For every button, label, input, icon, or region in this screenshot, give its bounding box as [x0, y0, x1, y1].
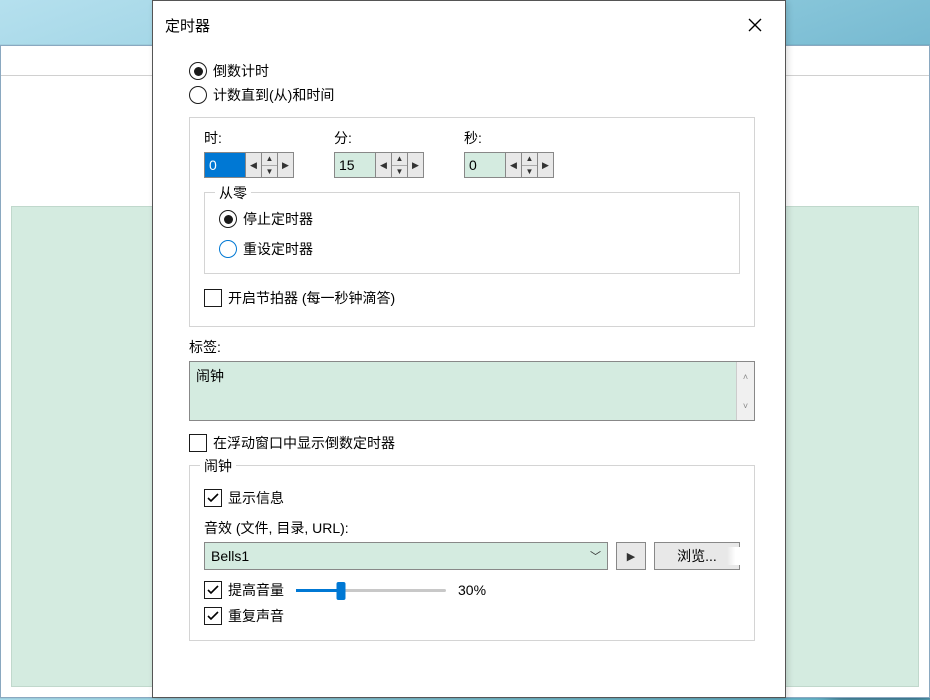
- label-scrollbar[interactable]: ˄ ˅: [736, 362, 754, 420]
- slider-fill: [296, 589, 341, 592]
- min-spinner[interactable]: ◀ ▲ ▼ ▶: [334, 152, 424, 178]
- scroll-up-icon[interactable]: ˄: [737, 362, 754, 391]
- metronome-label: 开启节拍器 (每一秒钟滴答): [228, 288, 395, 308]
- volume-slider[interactable]: [296, 580, 446, 600]
- checkbox-repeat-sound[interactable]: [204, 607, 222, 625]
- mode-countto-row[interactable]: 计数直到(从)和时间: [189, 85, 755, 105]
- time-fieldset: 时: ◀ ▲ ▼ ▶ 分: ◀: [189, 117, 755, 327]
- close-button[interactable]: [733, 3, 777, 47]
- checkbox-show-float[interactable]: [189, 434, 207, 452]
- radio-stop-timer[interactable]: [219, 210, 237, 228]
- sec-input[interactable]: [465, 153, 505, 177]
- min-label: 分:: [334, 128, 424, 148]
- radio-countto[interactable]: [189, 86, 207, 104]
- alarm-legend: 闹钟: [200, 456, 236, 476]
- from-zero-stop-row[interactable]: 停止定时器: [219, 209, 725, 229]
- mode-countdown-label: 倒数计时: [213, 61, 269, 81]
- mode-countto-label: 计数直到(从)和时间: [213, 85, 334, 105]
- chevron-down-icon: ﹀: [590, 548, 601, 564]
- sec-down-button[interactable]: ▼: [522, 166, 537, 178]
- metronome-row[interactable]: 开启节拍器 (每一秒钟滴答): [204, 288, 740, 308]
- play-icon: ▶: [627, 550, 635, 563]
- dialog-title: 定时器: [165, 15, 733, 36]
- min-dec-button[interactable]: ◀: [375, 153, 391, 177]
- dialog-content: 倒数计时 计数直到(从)和时间 时: ◀ ▲ ▼ ▶: [153, 49, 785, 649]
- sec-up-button[interactable]: ▲: [522, 153, 537, 166]
- sound-value: Bells1: [211, 548, 249, 564]
- volume-percent: 30%: [458, 582, 486, 598]
- close-icon: [748, 18, 762, 32]
- min-down-button[interactable]: ▼: [392, 166, 407, 178]
- boost-volume-row[interactable]: 提高音量: [204, 580, 284, 600]
- min-up-button[interactable]: ▲: [392, 153, 407, 166]
- slider-thumb[interactable]: [337, 582, 346, 600]
- mode-countdown-row[interactable]: 倒数计时: [189, 61, 755, 81]
- sound-label: 音效 (文件, 目录, URL):: [204, 518, 740, 538]
- sec-dec-button[interactable]: ◀: [505, 153, 521, 177]
- boost-volume-label: 提高音量: [228, 580, 284, 600]
- label-section: 标签: 闹钟 ˄ ˅: [189, 337, 755, 421]
- show-info-row[interactable]: 显示信息: [204, 488, 740, 508]
- sec-label: 秒:: [464, 128, 554, 148]
- scroll-down-icon[interactable]: ˅: [737, 391, 754, 420]
- radio-reset-timer[interactable]: [219, 240, 237, 258]
- repeat-sound-label: 重复声音: [228, 606, 284, 626]
- label-value[interactable]: 闹钟: [190, 362, 736, 420]
- sound-select[interactable]: Bells1 ﹀: [204, 542, 608, 570]
- hour-spinner[interactable]: ◀ ▲ ▼ ▶: [204, 152, 294, 178]
- browse-label: 浏览...: [677, 546, 717, 566]
- stop-timer-label: 停止定时器: [243, 209, 313, 229]
- hour-inc-button[interactable]: ▶: [277, 153, 293, 177]
- sec-spinner[interactable]: ◀ ▲ ▼ ▶: [464, 152, 554, 178]
- hour-dec-button[interactable]: ◀: [245, 153, 261, 177]
- label-textarea[interactable]: 闹钟 ˄ ˅: [189, 361, 755, 421]
- from-zero-reset-row[interactable]: 重设定时器: [219, 239, 725, 259]
- alarm-group: 闹钟 显示信息 音效 (文件, 目录, URL): Bells1 ﹀ ▶ 浏览.…: [189, 465, 755, 641]
- from-zero-group: 从零 停止定时器 重设定时器: [204, 192, 740, 274]
- checkbox-show-info[interactable]: [204, 489, 222, 507]
- checkbox-metronome[interactable]: [204, 289, 222, 307]
- from-zero-legend: 从零: [215, 183, 251, 203]
- radio-dot-icon: [194, 67, 203, 76]
- play-sound-button[interactable]: ▶: [616, 542, 646, 570]
- label-title: 标签:: [189, 337, 755, 357]
- sec-inc-button[interactable]: ▶: [537, 153, 553, 177]
- timer-dialog: 定时器 倒数计时 计数直到(从)和时间 时: ◀ ▲: [152, 0, 786, 698]
- radio-dot-icon: [224, 215, 233, 224]
- checkbox-boost-volume[interactable]: [204, 581, 222, 599]
- show-float-row[interactable]: 在浮动窗口中显示倒数定时器: [189, 433, 755, 453]
- browse-button[interactable]: 浏览...: [654, 542, 740, 570]
- min-input[interactable]: [335, 153, 375, 177]
- titlebar[interactable]: 定时器: [153, 1, 785, 49]
- show-float-label: 在浮动窗口中显示倒数定时器: [213, 433, 395, 453]
- repeat-sound-row[interactable]: 重复声音: [204, 606, 740, 626]
- hour-up-button[interactable]: ▲: [262, 153, 277, 166]
- show-info-label: 显示信息: [228, 488, 284, 508]
- hour-down-button[interactable]: ▼: [262, 166, 277, 178]
- hour-label: 时:: [204, 128, 294, 148]
- radio-countdown[interactable]: [189, 62, 207, 80]
- reset-timer-label: 重设定时器: [243, 239, 313, 259]
- min-inc-button[interactable]: ▶: [407, 153, 423, 177]
- hour-input[interactable]: [205, 153, 245, 177]
